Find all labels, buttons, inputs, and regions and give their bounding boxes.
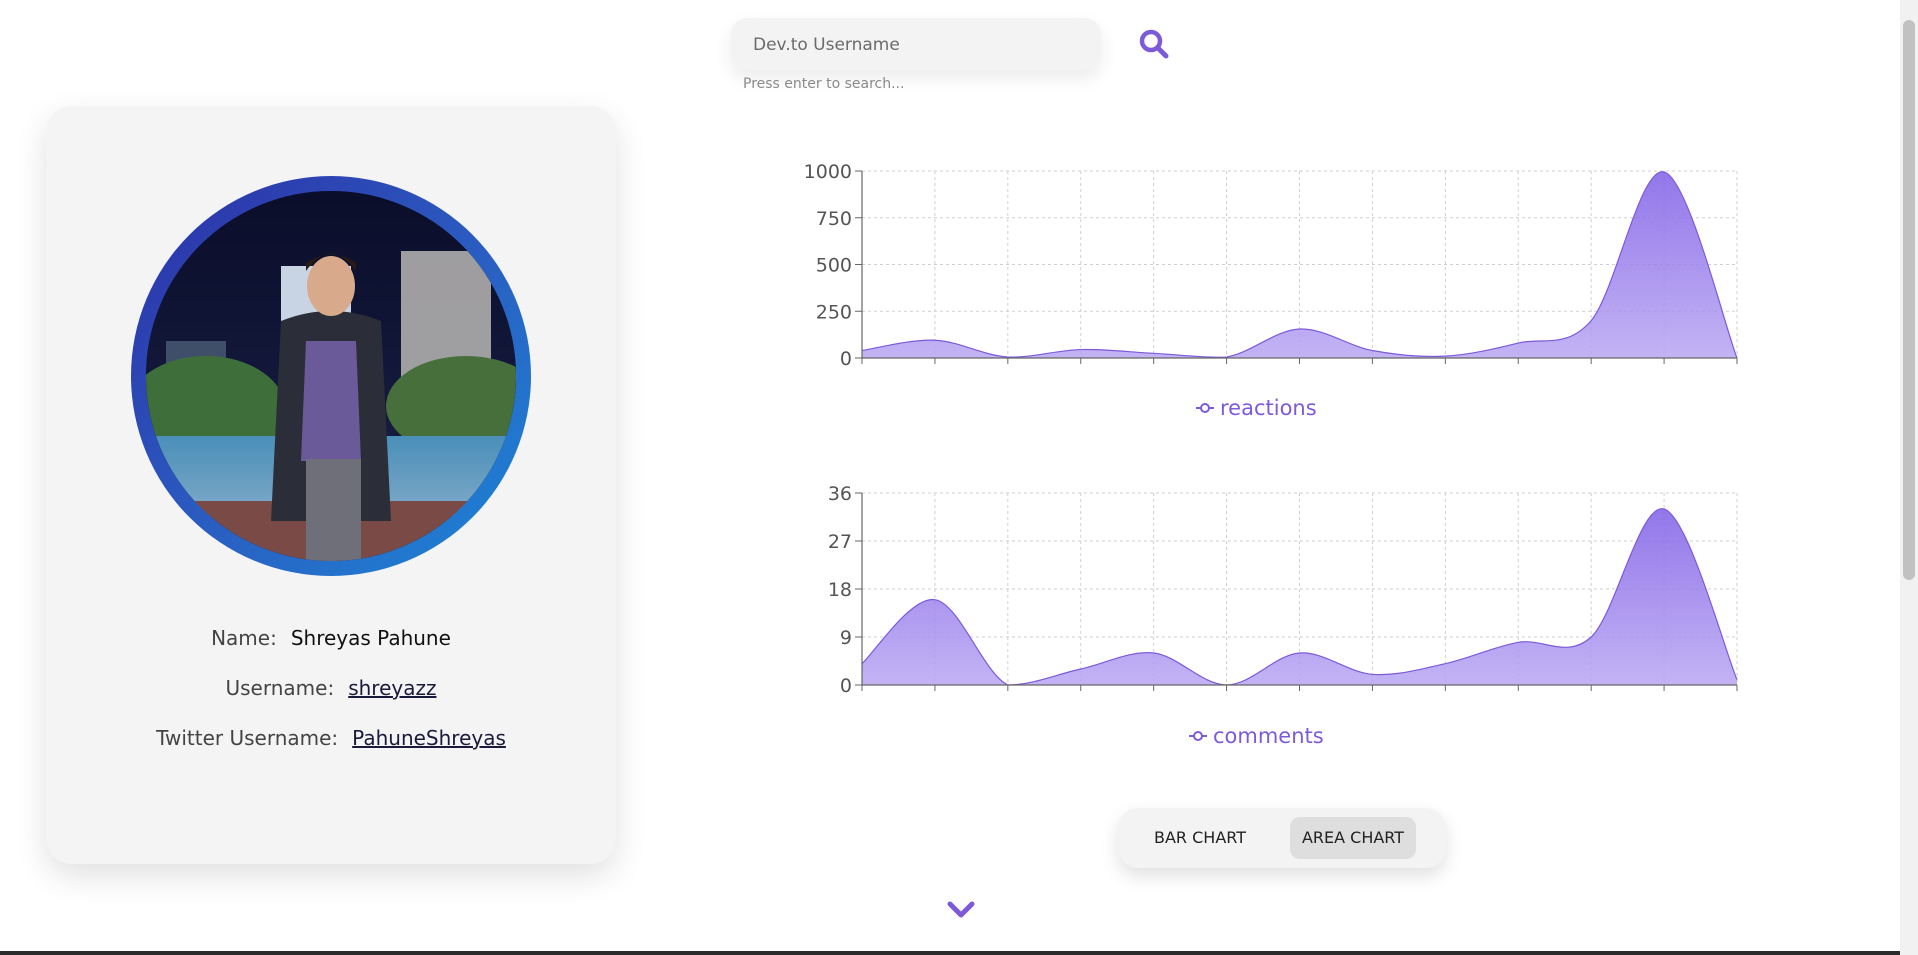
scroll-down-button[interactable] (946, 898, 976, 922)
y-tick-label: 0 (840, 348, 852, 370)
line-marker-icon (1196, 403, 1214, 413)
area-chart-button[interactable]: AREA CHART (1290, 817, 1416, 859)
comments-legend: comments (1189, 724, 1324, 748)
y-tick-label: 9 (840, 627, 852, 649)
scrollbar-thumb[interactable] (1903, 20, 1915, 580)
y-tick-label: 500 (816, 255, 852, 277)
reactions-legend-label: reactions (1220, 396, 1317, 420)
chevron-down-icon (947, 901, 975, 918)
comments-chart: 0 9 18 27 36 (828, 483, 1738, 697)
bottom-edge (0, 951, 1900, 955)
line-marker-icon (1189, 731, 1207, 741)
scrollbar[interactable] (1900, 0, 1918, 955)
reactions-chart: 0 250 500 750 1000 (804, 161, 1738, 370)
y-tick-label: 250 (816, 301, 852, 323)
charts-canvas: 0 250 500 750 1000 0 9 18 27 36 (804, 161, 1738, 697)
y-tick-label: 1000 (804, 161, 852, 183)
chart-type-toggle: BAR CHART AREA CHART (1118, 808, 1446, 868)
bar-chart-button[interactable]: BAR CHART (1130, 817, 1270, 859)
area-fill (862, 171, 1737, 358)
y-tick-label: 18 (828, 579, 852, 601)
comments-legend-label: comments (1213, 724, 1324, 748)
y-tick-label: 36 (828, 483, 852, 505)
y-tick-label: 0 (840, 675, 852, 697)
reactions-legend: reactions (1196, 396, 1317, 420)
y-tick-label: 750 (816, 208, 852, 230)
y-tick-label: 27 (828, 531, 852, 553)
